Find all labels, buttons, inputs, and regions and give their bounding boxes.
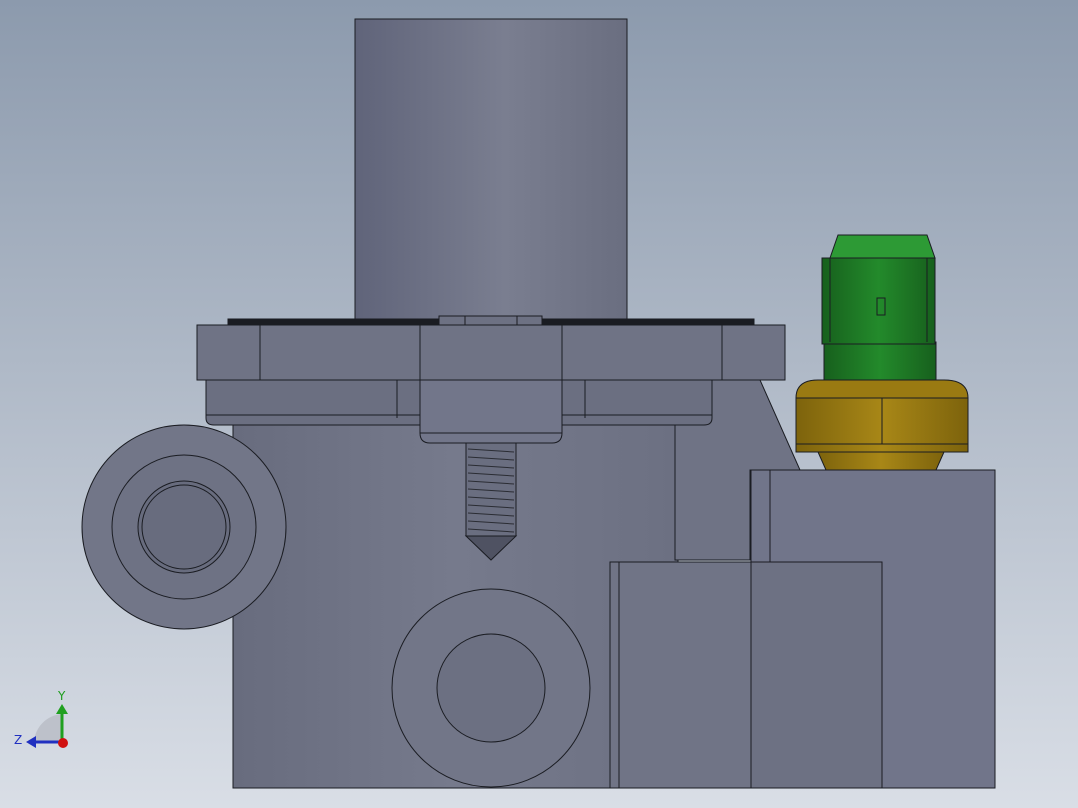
sensor-cap-top — [829, 234, 936, 259]
x-axis-dot — [58, 738, 68, 748]
graphics-viewport[interactable]: Y Z — [0, 0, 1078, 808]
sensor-cap-body[interactable] — [821, 257, 936, 345]
y-axis-label: Y — [57, 689, 66, 703]
z-axis-label: Z — [14, 733, 22, 747]
left-port-bore — [137, 480, 231, 574]
flange-plate[interactable] — [196, 324, 786, 381]
sensor-base-collar — [817, 451, 945, 471]
gasket-tab — [438, 315, 543, 326]
top-cylinder[interactable] — [354, 18, 628, 325]
cad-model-scene[interactable]: Y Z — [0, 0, 1078, 808]
center-boss[interactable] — [419, 379, 563, 444]
sensor-cap-lower — [823, 341, 937, 381]
sensor-hex-top — [795, 379, 969, 399]
bottom-port-bore — [436, 633, 546, 743]
